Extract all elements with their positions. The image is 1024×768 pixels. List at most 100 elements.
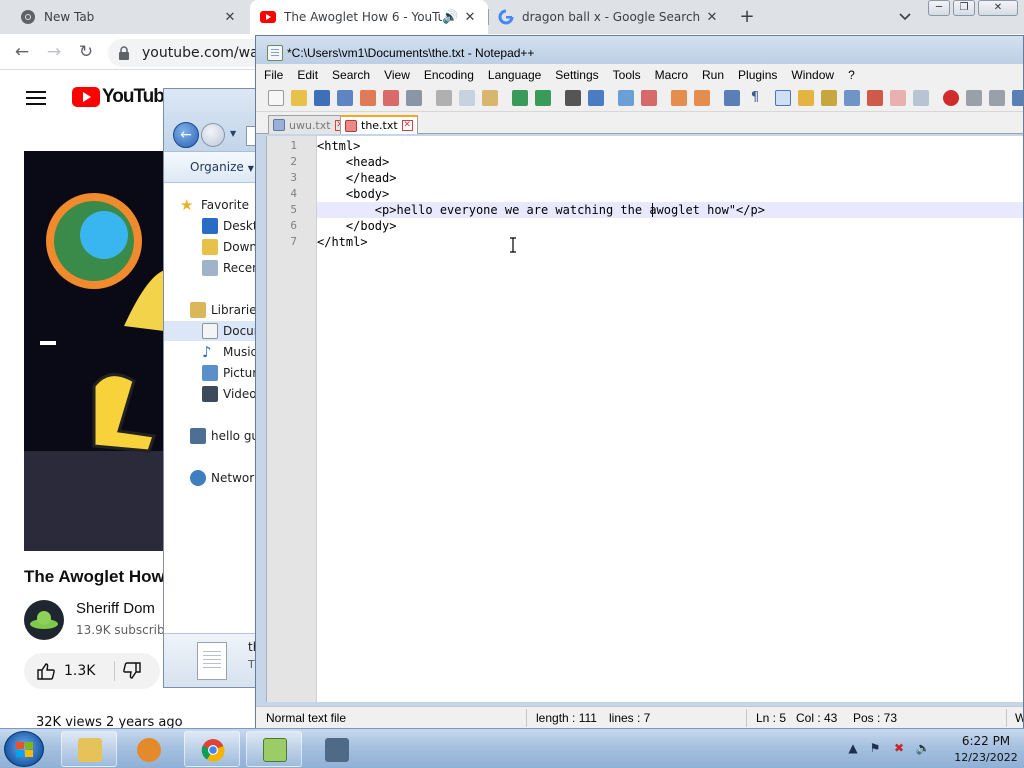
- menu-edit[interactable]: Edit: [297, 68, 318, 82]
- clock-time[interactable]: 6:22 PM: [953, 734, 1019, 748]
- close-tab-icon[interactable]: ✕: [704, 10, 720, 25]
- back-arrow-icon[interactable]: ←: [173, 122, 199, 148]
- code-line[interactable]: <head>: [317, 154, 1023, 170]
- browser-tab-youtube[interactable]: The Awoglet How 6 - YouTube 🔊 ✕: [250, 0, 488, 34]
- eye-icon[interactable]: [913, 90, 929, 106]
- code-line[interactable]: <body>: [317, 186, 1023, 202]
- document-map-icon[interactable]: [821, 90, 837, 106]
- show-all-characters-icon[interactable]: ¶: [747, 90, 763, 106]
- menu-plugins[interactable]: Plugins: [738, 68, 777, 82]
- restore-button[interactable]: ❐: [953, 0, 975, 16]
- sync-vertical-icon[interactable]: [671, 90, 687, 106]
- folder-as-workspace-icon[interactable]: [867, 90, 883, 106]
- tab-search-chevron-icon[interactable]: [896, 9, 914, 25]
- function-list-icon[interactable]: [844, 90, 860, 106]
- channel-avatar[interactable]: [24, 600, 64, 640]
- save-all-icon[interactable]: [337, 90, 353, 106]
- selected-file-type: T: [248, 658, 255, 671]
- code-line[interactable]: <html>: [317, 138, 1023, 154]
- close-tab-icon[interactable]: ✕: [462, 10, 478, 25]
- sync-horizontal-icon[interactable]: [694, 90, 710, 106]
- network-disconnected-icon[interactable]: ✖: [891, 741, 907, 757]
- code-line[interactable]: </html>: [317, 234, 1023, 250]
- thumbs-up-icon[interactable]: [36, 662, 56, 680]
- lock-icon: [119, 46, 129, 60]
- menu-encoding[interactable]: Encoding: [424, 68, 474, 82]
- show-hidden-icons-icon[interactable]: ▲: [845, 741, 861, 757]
- menu-window[interactable]: Window: [791, 68, 834, 82]
- print-icon[interactable]: [406, 90, 422, 106]
- close-tab-icon[interactable]: ✕: [401, 120, 413, 131]
- code-line[interactable]: </head>: [317, 170, 1023, 186]
- redo-icon[interactable]: [535, 90, 551, 106]
- channel-name[interactable]: Sheriff Dom: [76, 600, 155, 617]
- close-file-icon[interactable]: [360, 90, 376, 106]
- file-tab-uwu[interactable]: uwu.txt ✕: [268, 115, 351, 134]
- action-center-icon[interactable]: ⚑: [867, 741, 883, 757]
- replace-icon[interactable]: [588, 90, 604, 106]
- reload-icon[interactable]: ↻: [76, 42, 96, 62]
- monitoring-icon[interactable]: [890, 90, 906, 106]
- close-window-button[interactable]: ✕: [978, 0, 1018, 16]
- thumbs-down-icon[interactable]: [122, 662, 142, 680]
- text-editor[interactable]: 1 2 3 4 5 6 7 <html> <head> </head> <bod…: [266, 136, 1023, 702]
- npp-title-bar[interactable]: *C:\Users\vm1\Documents\the.txt - Notepa…: [256, 36, 1023, 64]
- forward-arrow-icon[interactable]: →: [44, 42, 64, 62]
- new-file-icon[interactable]: [268, 90, 284, 106]
- stop-macro-icon[interactable]: [966, 90, 982, 106]
- indent-guide-icon[interactable]: [775, 90, 791, 106]
- close-all-icon[interactable]: [383, 90, 399, 106]
- play-macro-icon[interactable]: [989, 90, 1005, 106]
- forward-arrow-icon[interactable]: [201, 123, 225, 147]
- menu-settings[interactable]: Settings: [555, 68, 598, 82]
- code-line[interactable]: </body>: [317, 218, 1023, 234]
- menu-run[interactable]: Run: [702, 68, 724, 82]
- browser-tab-title: New Tab: [44, 10, 95, 24]
- taskbar-notepad-plus-plus-button[interactable]: [246, 731, 302, 767]
- menu-language[interactable]: Language: [488, 68, 541, 82]
- zoom-in-icon[interactable]: [618, 90, 634, 106]
- find-icon[interactable]: [565, 90, 581, 106]
- menu-view[interactable]: View: [384, 68, 410, 82]
- user-defined-language-icon[interactable]: [798, 90, 814, 106]
- audio-playing-icon[interactable]: 🔊: [442, 10, 458, 25]
- status-separator: [1006, 709, 1007, 727]
- word-wrap-icon[interactable]: [724, 90, 740, 106]
- chrome-icon: [201, 739, 225, 762]
- taskbar-remote-desktop-button[interactable]: [308, 731, 364, 767]
- browser-tab-new-tab[interactable]: New Tab ✕: [0, 0, 248, 34]
- cut-icon[interactable]: [436, 90, 452, 106]
- menu-macro[interactable]: Macro: [655, 68, 688, 82]
- clock-date[interactable]: 12/23/2022: [953, 751, 1019, 764]
- start-button[interactable]: [4, 731, 44, 767]
- volume-icon[interactable]: 🔈: [915, 741, 931, 757]
- record-macro-icon[interactable]: [943, 90, 959, 106]
- menu-file[interactable]: File: [264, 68, 283, 82]
- taskbar-media-player-button[interactable]: [120, 731, 176, 767]
- close-tab-icon[interactable]: ✕: [222, 10, 238, 25]
- minimize-button[interactable]: ─: [928, 0, 950, 16]
- new-tab-button[interactable]: +: [737, 7, 757, 27]
- browser-tab-google-search[interactable]: dragon ball x - Google Search ✕: [490, 0, 730, 34]
- back-arrow-icon[interactable]: ←: [12, 42, 32, 62]
- menu-search[interactable]: Search: [332, 68, 370, 82]
- menu-help[interactable]: ?: [848, 68, 855, 82]
- code-line-current[interactable]: <p>hello everyone we are watching the aw…: [317, 202, 1023, 218]
- organize-button[interactable]: Organize ▼: [190, 160, 254, 174]
- recent-pages-dropdown-icon[interactable]: ▼: [230, 129, 238, 138]
- file-tab-the[interactable]: the.txt ✕: [340, 115, 418, 134]
- hamburger-menu-icon[interactable]: [26, 90, 46, 106]
- line-number-gutter: 1 2 3 4 5 6 7: [267, 136, 317, 702]
- paste-icon[interactable]: [482, 90, 498, 106]
- open-file-icon[interactable]: [291, 90, 307, 106]
- unsaved-file-icon: [345, 119, 357, 132]
- taskbar-explorer-button[interactable]: [61, 731, 117, 767]
- copy-icon[interactable]: [459, 90, 475, 106]
- taskbar-chrome-button[interactable]: [184, 731, 240, 767]
- run-macro-multiple-icon[interactable]: [1012, 90, 1023, 106]
- undo-icon[interactable]: [512, 90, 528, 106]
- zoom-out-icon[interactable]: [641, 90, 657, 106]
- menu-tools[interactable]: Tools: [613, 68, 641, 82]
- save-icon[interactable]: [314, 90, 330, 106]
- youtube-logo[interactable]: YouTube: [72, 86, 174, 108]
